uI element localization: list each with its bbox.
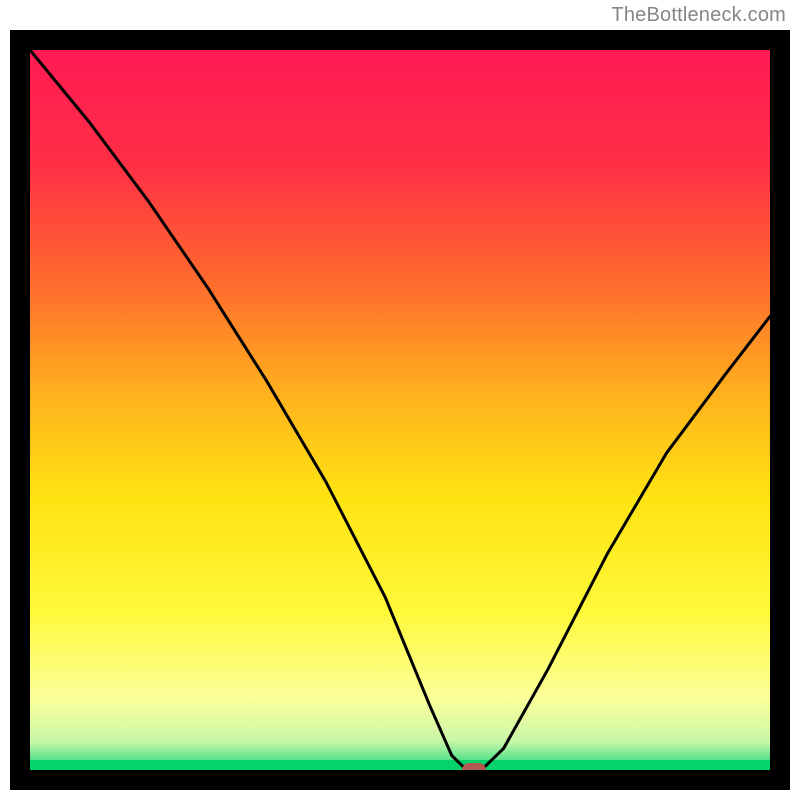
plot-area — [30, 50, 770, 770]
chart-frame — [10, 30, 790, 790]
curve-line — [30, 50, 770, 770]
bottleneck-marker — [462, 763, 486, 770]
watermark-text: TheBottleneck.com — [611, 4, 786, 27]
chart-container: TheBottleneck.com — [0, 0, 800, 800]
